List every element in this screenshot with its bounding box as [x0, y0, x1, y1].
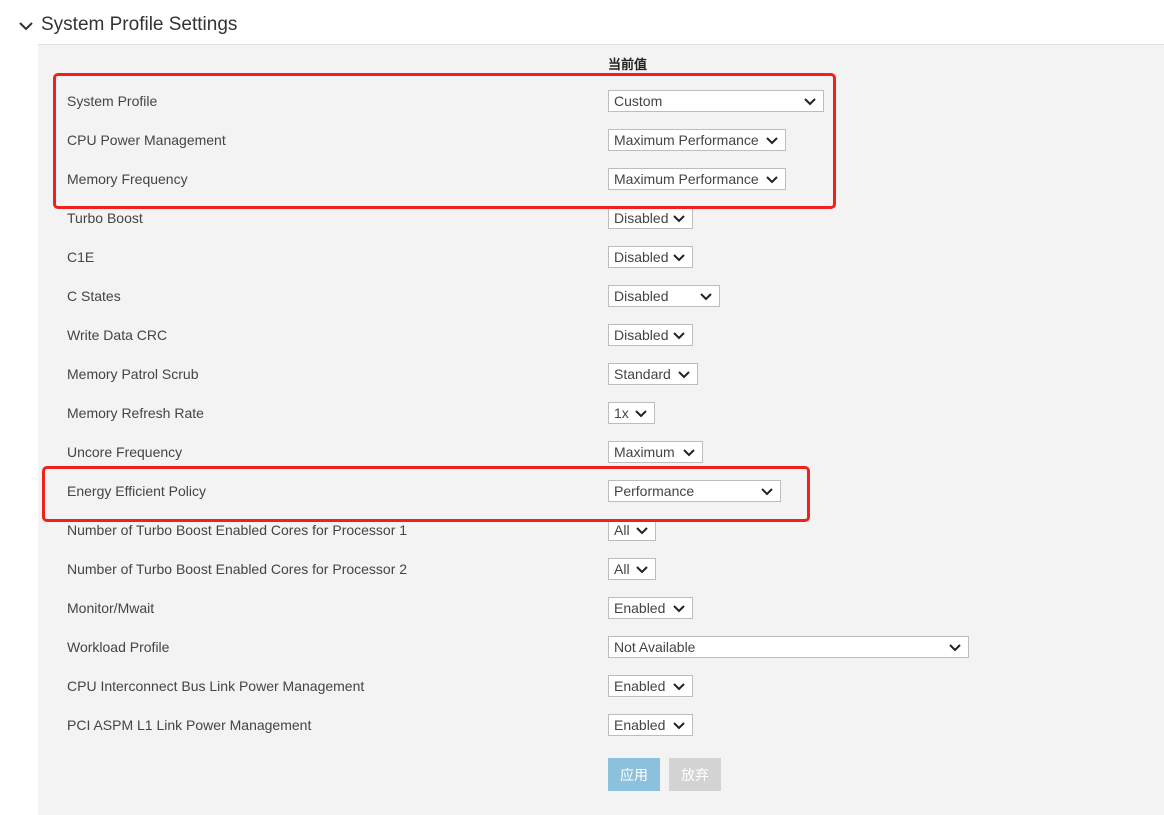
cpu-interconnect-bus-select[interactable]: Enabled [608, 675, 693, 697]
row-label-pci-aspm-l1: PCI ASPM L1 Link Power Management [67, 717, 312, 733]
row-label-write-data-crc: Write Data CRC [67, 327, 168, 343]
cpu-power-management-select[interactable]: Maximum Performance [608, 129, 786, 151]
chevron-down-icon [683, 449, 695, 457]
selected-value: All [614, 561, 630, 577]
chevron-down-icon [766, 137, 778, 145]
selected-value: All [614, 522, 630, 538]
chevron-down-icon [673, 605, 685, 613]
selected-value: Disabled [614, 327, 669, 343]
chevron-down-icon [635, 410, 647, 418]
row-label-cpu-interconnect-bus: CPU Interconnect Bus Link Power Manageme… [67, 678, 365, 694]
turbo-cores-processor-2-select[interactable]: All [608, 558, 656, 580]
chevron-down-icon[interactable] [18, 18, 34, 34]
memory-frequency-select[interactable]: Maximum Performance [608, 168, 786, 190]
selected-value: Standard [614, 366, 671, 382]
row-label-turbo-boost: Turbo Boost [67, 210, 143, 226]
row-label-cpu-power-management: CPU Power Management [67, 132, 226, 148]
chevron-down-icon [804, 98, 816, 106]
section-title: System Profile Settings [41, 14, 238, 35]
selected-value: Maximum Performance [614, 132, 759, 148]
system-profile-select[interactable]: Custom [608, 90, 824, 112]
memory-refresh-rate-select[interactable]: 1x [608, 402, 655, 424]
c1e-select[interactable]: Disabled [608, 246, 693, 268]
selected-value: Enabled [614, 678, 666, 694]
row-label-energy-efficient-policy: Energy Efficient Policy [67, 483, 207, 499]
selected-value: Disabled [614, 288, 669, 304]
current-value-column-header: 当前值 [608, 57, 648, 72]
selected-value: Maximum Performance [614, 171, 759, 187]
selected-value: Enabled [614, 717, 666, 733]
chevron-down-icon [673, 215, 685, 223]
selected-value: Maximum [614, 444, 675, 460]
c-states-select[interactable]: Disabled [608, 285, 720, 307]
chevron-down-icon [636, 527, 648, 535]
chevron-down-icon [636, 566, 648, 574]
turbo-boost-select[interactable]: Disabled [608, 207, 693, 229]
chevron-down-icon [678, 371, 690, 379]
row-label-memory-frequency: Memory Frequency [67, 171, 188, 187]
chevron-down-icon [673, 683, 685, 691]
row-label-monitor-mwait: Monitor/Mwait [67, 600, 155, 616]
row-label-c1e: C1E [67, 249, 95, 265]
selected-value: Disabled [614, 210, 669, 226]
selected-value: 1x [614, 405, 629, 421]
turbo-cores-processor-1-select[interactable]: All [608, 519, 656, 541]
pci-aspm-l1-select[interactable]: Enabled [608, 714, 693, 736]
row-label-memory-refresh-rate: Memory Refresh Rate [67, 405, 204, 421]
chevron-down-icon [673, 254, 685, 262]
selected-value: Enabled [614, 600, 666, 616]
uncore-frequency-select[interactable]: Maximum [608, 441, 703, 463]
selected-value: Disabled [614, 249, 669, 265]
settings-panel [38, 44, 1164, 815]
row-label-c-states: C States [67, 288, 121, 304]
chevron-down-icon [761, 488, 773, 496]
chevron-down-icon [673, 332, 685, 340]
monitor-mwait-select[interactable]: Enabled [608, 597, 693, 619]
apply-button[interactable]: 应用 [608, 758, 660, 791]
chevron-down-icon [949, 644, 961, 652]
row-label-memory-patrol-scrub: Memory Patrol Scrub [67, 366, 199, 382]
selected-value: Not Available [614, 639, 696, 655]
memory-patrol-scrub-select[interactable]: Standard [608, 363, 698, 385]
chevron-down-icon [766, 176, 778, 184]
workload-profile-select[interactable]: Not Available [608, 636, 969, 658]
chevron-down-icon [673, 722, 685, 730]
selected-value: Performance [614, 483, 695, 499]
row-label-workload-profile: Workload Profile [67, 639, 170, 655]
row-label-system-profile: System Profile [67, 93, 158, 109]
row-label-turbo-cores-processor-2: Number of Turbo Boost Enabled Cores for … [67, 561, 408, 577]
discard-button[interactable]: 放弃 [669, 758, 721, 791]
energy-efficient-policy-select[interactable]: Performance [608, 480, 781, 502]
row-label-uncore-frequency: Uncore Frequency [67, 444, 183, 460]
chevron-down-icon [700, 293, 712, 301]
row-label-turbo-cores-processor-1: Number of Turbo Boost Enabled Cores for … [67, 522, 408, 538]
write-data-crc-select[interactable]: Disabled [608, 324, 693, 346]
selected-value: Custom [614, 93, 663, 109]
section-header[interactable]: System Profile Settings [0, 0, 1164, 44]
